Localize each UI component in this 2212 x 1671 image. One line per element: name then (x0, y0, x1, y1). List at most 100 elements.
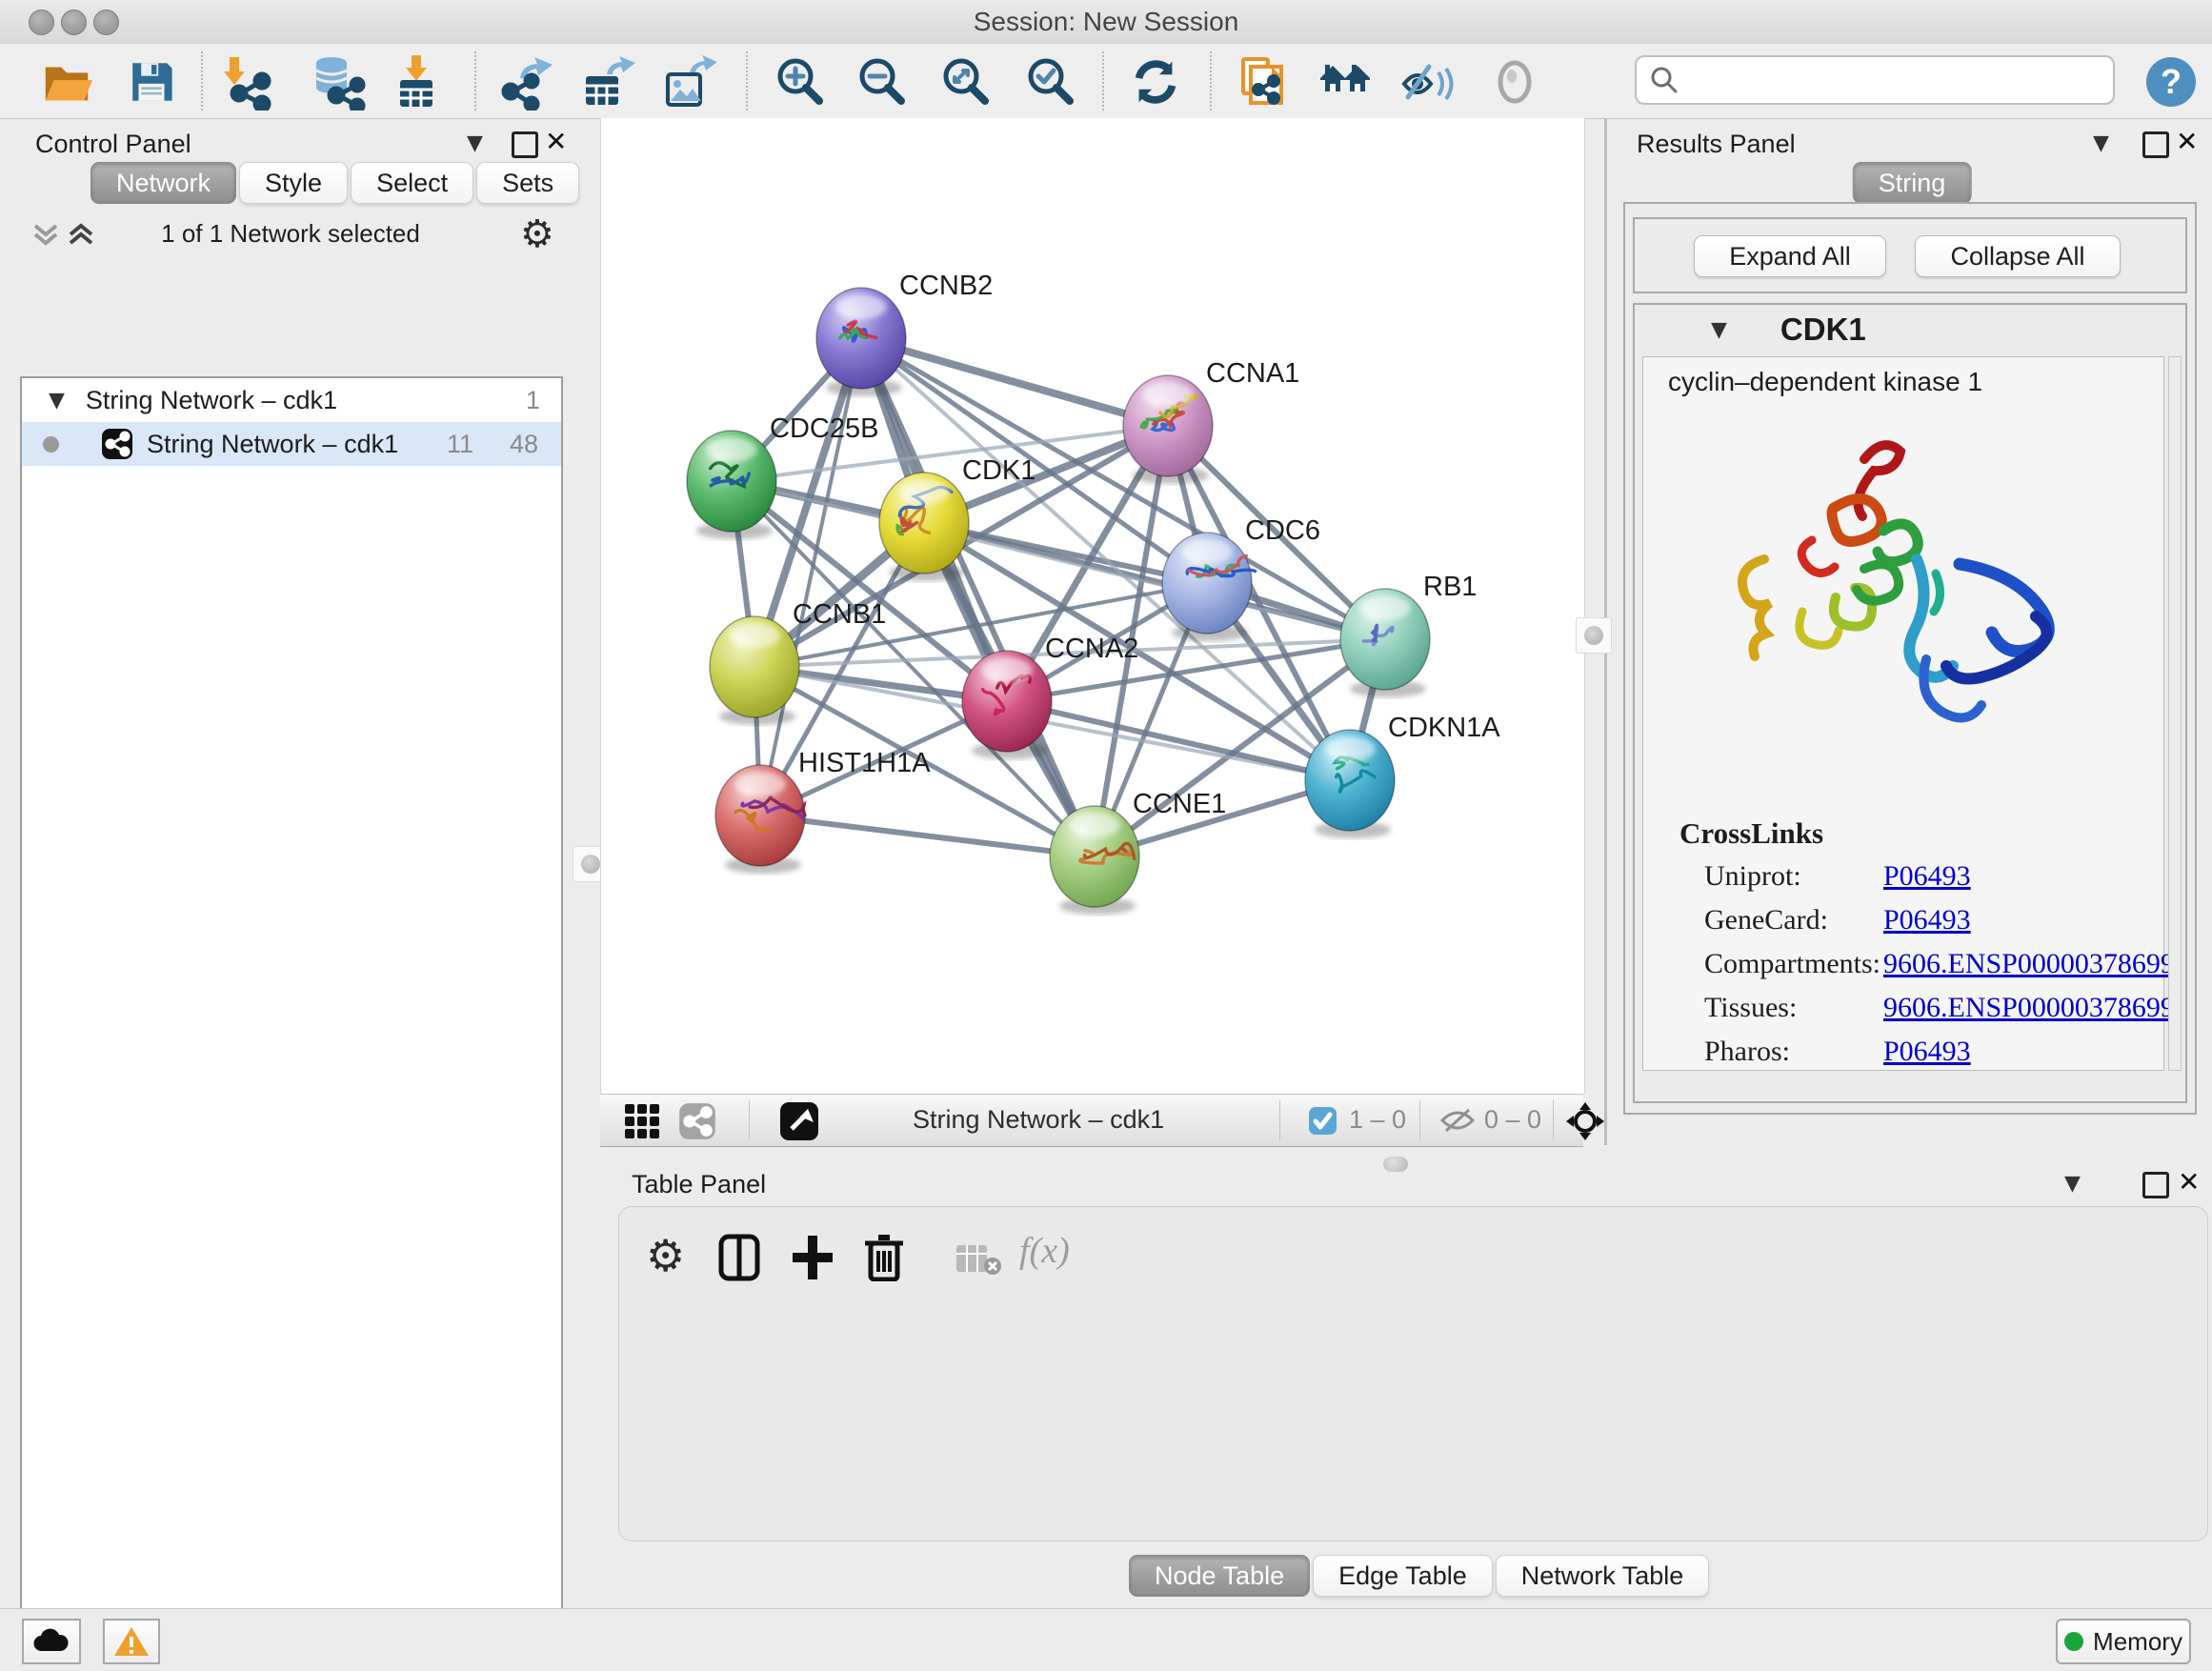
panel-float-button[interactable] (2142, 1172, 2169, 1203)
node-label: CCNB1 (793, 599, 886, 630)
collection-label: String Network – cdk1 (86, 386, 337, 415)
gene-expander-caret-icon[interactable]: ▼ (1711, 318, 1727, 342)
results-scrollbar[interactable] (2168, 356, 2182, 1071)
network-row-selected[interactable]: String Network – cdk1 11 48 (22, 422, 561, 466)
import-network-file-button[interactable] (216, 51, 277, 112)
selected-checkbox-icon[interactable] (1308, 1106, 1337, 1136)
show-columns-icon[interactable] (718, 1234, 760, 1281)
float-icon (512, 131, 538, 158)
network-share-icon-disabled[interactable] (678, 1102, 716, 1140)
tab-network[interactable]: Network (90, 162, 236, 204)
export-network-button[interactable] (495, 51, 556, 112)
expand-collapse-bar: Expand All Collapse All (1633, 217, 2187, 293)
netbar-divider (749, 1100, 750, 1140)
control-panel: Control Panel ▼ ✕ Network Style Select S… (0, 118, 581, 1608)
zoom-out-button[interactable] (852, 51, 913, 112)
cloud-status-button[interactable] (22, 1619, 81, 1664)
cloud-icon (32, 1628, 70, 1655)
crosslink-genecard-link[interactable]: P06493 (1883, 904, 1971, 936)
export-image-icon (659, 53, 716, 111)
window-title: Session: New Session (0, 7, 2212, 37)
tab-network-table[interactable]: Network Table (1496, 1555, 1710, 1597)
delete-column-trash-icon[interactable] (863, 1232, 905, 1281)
memory-ok-dot-icon (2064, 1632, 2083, 1651)
network-view-toolbar: String Network – cdk1 1 – 0 0 – 0 (600, 1094, 1583, 1147)
refresh-icon (1128, 54, 1183, 110)
tab-string[interactable]: String (1853, 162, 1972, 204)
tab-node-table[interactable]: Node Table (1129, 1555, 1310, 1597)
crosslink-uniprot-link[interactable]: P06493 (1883, 860, 1971, 893)
save-session-button[interactable] (121, 51, 182, 112)
export-table-button[interactable] (576, 51, 637, 112)
crosslink-tissues-link[interactable]: 9606.ENSP00000378699 (1883, 992, 2175, 1024)
refresh-button[interactable] (1125, 51, 1186, 112)
import-network-database-button[interactable] (308, 51, 369, 112)
network-collection-row[interactable]: ▼ String Network – cdk1 1 (22, 378, 561, 422)
zoom-fit-icon (937, 53, 995, 111)
add-column-icon[interactable] (791, 1234, 835, 1281)
netbar-divider (1419, 1100, 1420, 1140)
import-table-file-button[interactable] (386, 51, 447, 112)
zoom-selected-button[interactable] (1020, 51, 1081, 112)
crosslink-label: Compartments: (1704, 948, 1880, 980)
hide-unhide-button[interactable] (1397, 51, 1458, 112)
collection-caret-icon[interactable]: ▼ (49, 389, 65, 413)
network-graph[interactable]: CCNB2CCNA1CDC25BCDK1CDC6RB1CCNB1CCNA2CDK… (601, 118, 1584, 1094)
crosslink-pharos-link[interactable]: P06493 (1883, 1036, 1971, 1068)
tab-sets[interactable]: Sets (476, 162, 579, 204)
search-input[interactable] (1688, 65, 2113, 96)
zoom-selected-icon (1022, 53, 1079, 111)
grid-view-icon[interactable] (624, 1103, 660, 1139)
expand-all-button[interactable]: Expand All (1694, 235, 1886, 277)
panel-menu-caret-icon[interactable]: ▼ (467, 131, 483, 155)
node-label: CDC25B (770, 413, 878, 444)
warnings-button[interactable] (103, 1619, 160, 1664)
birdseye-view-icon[interactable] (779, 1101, 819, 1141)
network-selection-status: 1 of 1 Network selected (0, 219, 581, 249)
node-label: CCNA1 (1206, 358, 1299, 389)
control-panel-title: Control Panel (35, 130, 191, 159)
panel-close-button[interactable]: ✕ (2178, 1166, 2200, 1198)
table-options-gear-icon[interactable]: ⚙ (646, 1234, 685, 1278)
panel-close-button[interactable]: ✕ (545, 126, 567, 157)
panel-menu-caret-icon[interactable]: ▼ (2093, 131, 2109, 155)
search-field[interactable] (1635, 55, 2115, 105)
crosslink-compartments-link[interactable]: 9606.ENSP00000378699 (1883, 948, 2175, 980)
show-hidden-button[interactable] (1484, 51, 1545, 112)
panel-close-button[interactable]: ✕ (2176, 126, 2198, 157)
table-tabs: Node Table Edge Table Network Table (1129, 1555, 1709, 1597)
gene-header[interactable]: ▼ CDK1 (1635, 305, 2185, 354)
hidden-node-edge-counts: 0 – 0 (1484, 1105, 1541, 1135)
tab-edge-table[interactable]: Edge Table (1313, 1555, 1493, 1597)
right-splitter-handle[interactable] (1576, 617, 1612, 654)
help-button[interactable]: ? (2141, 51, 2202, 112)
panel-float-button[interactable] (2142, 131, 2169, 163)
results-panel: Results Panel ▼ ✕ String Expand All Coll… (1612, 118, 2212, 1147)
memory-label: Memory (2093, 1627, 2182, 1657)
network-from-file-button[interactable] (1232, 51, 1293, 112)
float-icon (2142, 1172, 2169, 1198)
export-table-icon (578, 53, 635, 111)
gene-name: CDK1 (1780, 312, 1866, 348)
zoom-fit-button[interactable] (935, 51, 996, 112)
tab-select[interactable]: Select (351, 162, 473, 204)
crosslink-label: Tissues: (1704, 992, 1797, 1024)
panel-menu-caret-icon[interactable]: ▼ (2064, 1172, 2081, 1196)
node-label: CCNA2 (1045, 634, 1138, 664)
export-image-button[interactable] (657, 51, 718, 112)
network-options-gear-icon[interactable]: ⚙ (520, 215, 554, 253)
save-floppy-icon (126, 56, 177, 108)
inactive-eye-icon (1486, 53, 1543, 111)
open-session-button[interactable] (36, 51, 97, 112)
selected-node-edge-counts: 1 – 0 (1349, 1105, 1406, 1135)
pan-crosshair-icon[interactable] (1566, 1102, 1604, 1140)
tab-style[interactable]: Style (239, 162, 348, 204)
zoom-in-button[interactable] (770, 51, 831, 112)
panel-float-button[interactable] (512, 131, 538, 163)
memory-button[interactable]: Memory (2056, 1619, 2191, 1664)
network-label: String Network – cdk1 (147, 430, 398, 459)
network-canvas[interactable]: CCNB2CCNA1CDC25BCDK1CDC6RB1CCNB1CCNA2CDK… (600, 118, 1585, 1094)
home-networks-button[interactable] (1316, 51, 1377, 112)
collapse-all-button[interactable]: Collapse All (1915, 235, 2121, 277)
open-folder-icon (39, 54, 94, 110)
